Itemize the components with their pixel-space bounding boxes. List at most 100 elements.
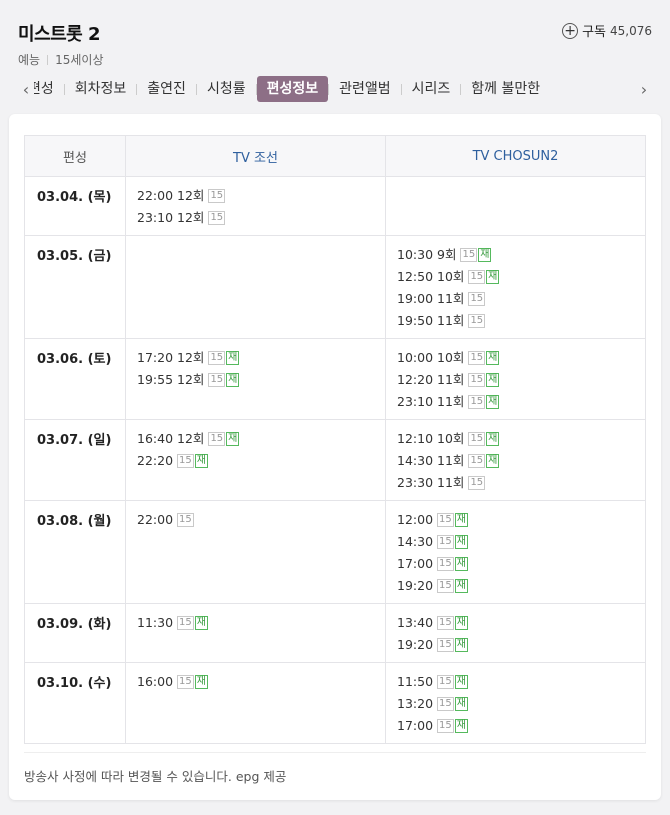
tv-chosun2-slots: 11:50 15 재 13:20 15 재 17:00 15 재 xyxy=(385,662,646,744)
schedule-entry[interactable]: 22:00 15 xyxy=(137,509,374,531)
rerun-badge: 재 xyxy=(194,675,208,689)
rerun-badge: 재 xyxy=(486,395,500,409)
age-15-badge: 15 xyxy=(208,373,226,387)
schedule-entry[interactable]: 11:50 15 재 xyxy=(397,671,634,693)
schedule-entry[interactable]: 14:30 15 재 xyxy=(397,531,634,553)
rerun-badge: 재 xyxy=(486,373,500,387)
rerun-badge: 재 xyxy=(454,638,468,652)
schedule-entry[interactable]: 23:30 11회 15 xyxy=(397,472,634,494)
schedule-row: 03.04. (목) 22:00 12회 15 23:10 12회 15 xyxy=(24,176,646,236)
chevron-right-icon[interactable]: › xyxy=(636,80,652,99)
episode-number: 11회 xyxy=(437,291,465,306)
rerun-badge: 재 xyxy=(454,719,468,733)
rerun-badge: 재 xyxy=(454,579,468,593)
air-time: 14:30 xyxy=(397,453,434,468)
air-time: 16:00 xyxy=(137,674,174,689)
meta-divider xyxy=(47,54,49,65)
schedule-entry[interactable]: 19:55 12회 15 재 xyxy=(137,369,374,391)
schedule-row: 03.08. (월) 22:00 15 12:00 15 재 14:30 15 재 17:00 15… xyxy=(24,500,646,604)
age-15-badge: 15 xyxy=(460,248,478,262)
tv-chosun-slots: 22:00 15 xyxy=(125,500,386,604)
rerun-badge: 재 xyxy=(486,432,500,446)
rerun-badge: 재 xyxy=(226,373,240,387)
episode-number: 11회 xyxy=(437,453,465,468)
schedule-entry[interactable]: 19:50 11회 15 xyxy=(397,310,634,332)
schedule-entry[interactable]: 14:30 11회 15 재 xyxy=(397,450,634,472)
air-time: 12:20 xyxy=(397,372,434,387)
tab-5[interactable]: 관련앨범 xyxy=(329,76,401,102)
tab-2[interactable]: 출연진 xyxy=(137,76,196,102)
age-15-badge: 15 xyxy=(437,638,454,652)
schedule-entry[interactable]: 17:00 15 재 xyxy=(397,553,634,575)
tv-chosun-slots: 16:00 15 재 xyxy=(125,662,386,744)
schedule-entry[interactable]: 22:20 15 재 xyxy=(137,450,374,472)
tab-3[interactable]: 시청률 xyxy=(197,76,256,102)
genre-link[interactable]: 예능 xyxy=(18,51,40,68)
chevron-left-icon[interactable]: ‹ xyxy=(18,80,34,99)
schedule-entry[interactable]: 17:20 12회 15 재 xyxy=(137,347,374,369)
episode-number: 11회 xyxy=(437,372,465,387)
schedule-entry[interactable]: 17:00 15 재 xyxy=(397,715,634,737)
schedule-entry[interactable]: 13:20 15 재 xyxy=(397,693,634,715)
air-time: 23:30 xyxy=(397,475,434,490)
schedule-entry[interactable]: 23:10 12회 15 xyxy=(137,207,374,229)
tv-chosun2-slots xyxy=(385,176,646,236)
episode-number: 9회 xyxy=(437,247,457,262)
air-time: 19:00 xyxy=(397,291,434,306)
age-15-badge: 15 xyxy=(208,211,226,225)
age-15-badge: 15 xyxy=(468,432,486,446)
subscriber-count: 45,076 xyxy=(610,23,652,38)
column-header-tv-chosun2[interactable]: TV CHOSUN2 xyxy=(385,135,646,177)
rerun-badge: 재 xyxy=(486,351,500,365)
schedule-entry[interactable]: 12:20 11회 15 재 xyxy=(397,369,634,391)
schedule-entry[interactable]: 10:00 10회 15 재 xyxy=(397,347,634,369)
schedule-entry[interactable]: 19:20 15 재 xyxy=(397,575,634,597)
rerun-badge: 재 xyxy=(194,454,208,468)
tab-7[interactable]: 함께 볼만한 xyxy=(461,76,550,102)
schedule-date: 03.10. (수) xyxy=(24,662,126,744)
schedule-date: 03.04. (목) xyxy=(24,176,126,236)
schedule-entry[interactable]: 12:50 10회 15 재 xyxy=(397,266,634,288)
tab-bar: ‹ 편성 회차정보 출연진 시청률 편성정보 관련앨범 시리즈 함께 볼만한 › xyxy=(18,75,652,103)
age-15-badge: 15 xyxy=(468,270,486,284)
tab-1[interactable]: 회차정보 xyxy=(65,76,137,102)
episode-number: 12회 xyxy=(177,431,205,446)
age-15-badge: 15 xyxy=(208,432,226,446)
column-header-tv-chosun[interactable]: TV 조선 xyxy=(125,135,386,177)
tab-6[interactable]: 시리즈 xyxy=(402,76,461,102)
schedule-entry[interactable]: 12:00 15 재 xyxy=(397,509,634,531)
schedule-date: 03.05. (금) xyxy=(24,235,126,339)
rerun-badge: 재 xyxy=(226,351,240,365)
age-15-badge: 15 xyxy=(437,557,454,571)
tab-4[interactable]: 편성정보 xyxy=(256,76,329,102)
rerun-badge: 재 xyxy=(486,270,500,284)
tab-0[interactable]: 편성 xyxy=(34,76,64,102)
age-rating: 15세이상 xyxy=(55,53,104,67)
schedule-entry[interactable]: 11:30 15 재 xyxy=(137,612,374,634)
program-title[interactable]: 미스트롯 2 xyxy=(18,20,101,46)
schedule-entry[interactable]: 16:40 12회 15 재 xyxy=(137,428,374,450)
tv-chosun2-slots: 12:00 15 재 14:30 15 재 17:00 15 재 19:20 15 재 xyxy=(385,500,646,604)
age-15-badge: 15 xyxy=(208,189,226,203)
schedule-entry[interactable]: 16:00 15 재 xyxy=(137,671,374,693)
schedule-entry[interactable]: 19:00 11회 15 xyxy=(397,288,634,310)
episode-number: 11회 xyxy=(437,475,465,490)
schedule-entry[interactable]: 23:10 11회 15 재 xyxy=(397,391,634,413)
subscribe-button[interactable]: + 구독 45,076 xyxy=(562,21,652,40)
air-time: 16:40 xyxy=(137,431,174,446)
schedule-entry[interactable]: 12:10 10회 15 재 xyxy=(397,428,634,450)
schedule-entry[interactable]: 13:40 15 재 xyxy=(397,612,634,634)
schedule-entry[interactable]: 19:20 15 재 xyxy=(397,634,634,656)
plus-circle-icon: + xyxy=(562,22,579,39)
schedule-entry[interactable]: 22:00 12회 15 xyxy=(137,185,374,207)
rerun-badge: 재 xyxy=(194,616,208,630)
schedule-row: 03.07. (일) 16:40 12회 15 재 22:20 15 재 12:10 10회 15 재… xyxy=(24,419,646,501)
schedule-entry[interactable]: 10:30 9회 15 재 xyxy=(397,244,634,266)
air-time: 22:00 xyxy=(137,188,174,203)
tv-chosun-slots: 22:00 12회 15 23:10 12회 15 xyxy=(125,176,386,236)
schedule-card: 편성 TV 조선 TV CHOSUN2 03.04. (목) 22:00 12회 15… xyxy=(9,114,661,800)
age-15-badge: 15 xyxy=(437,719,454,733)
tv-chosun2-slots: 12:10 10회 15 재 14:30 11회 15 재 23:30 11회 15 xyxy=(385,419,646,501)
age-15-badge: 15 xyxy=(468,476,486,490)
air-time: 13:20 xyxy=(397,696,434,711)
